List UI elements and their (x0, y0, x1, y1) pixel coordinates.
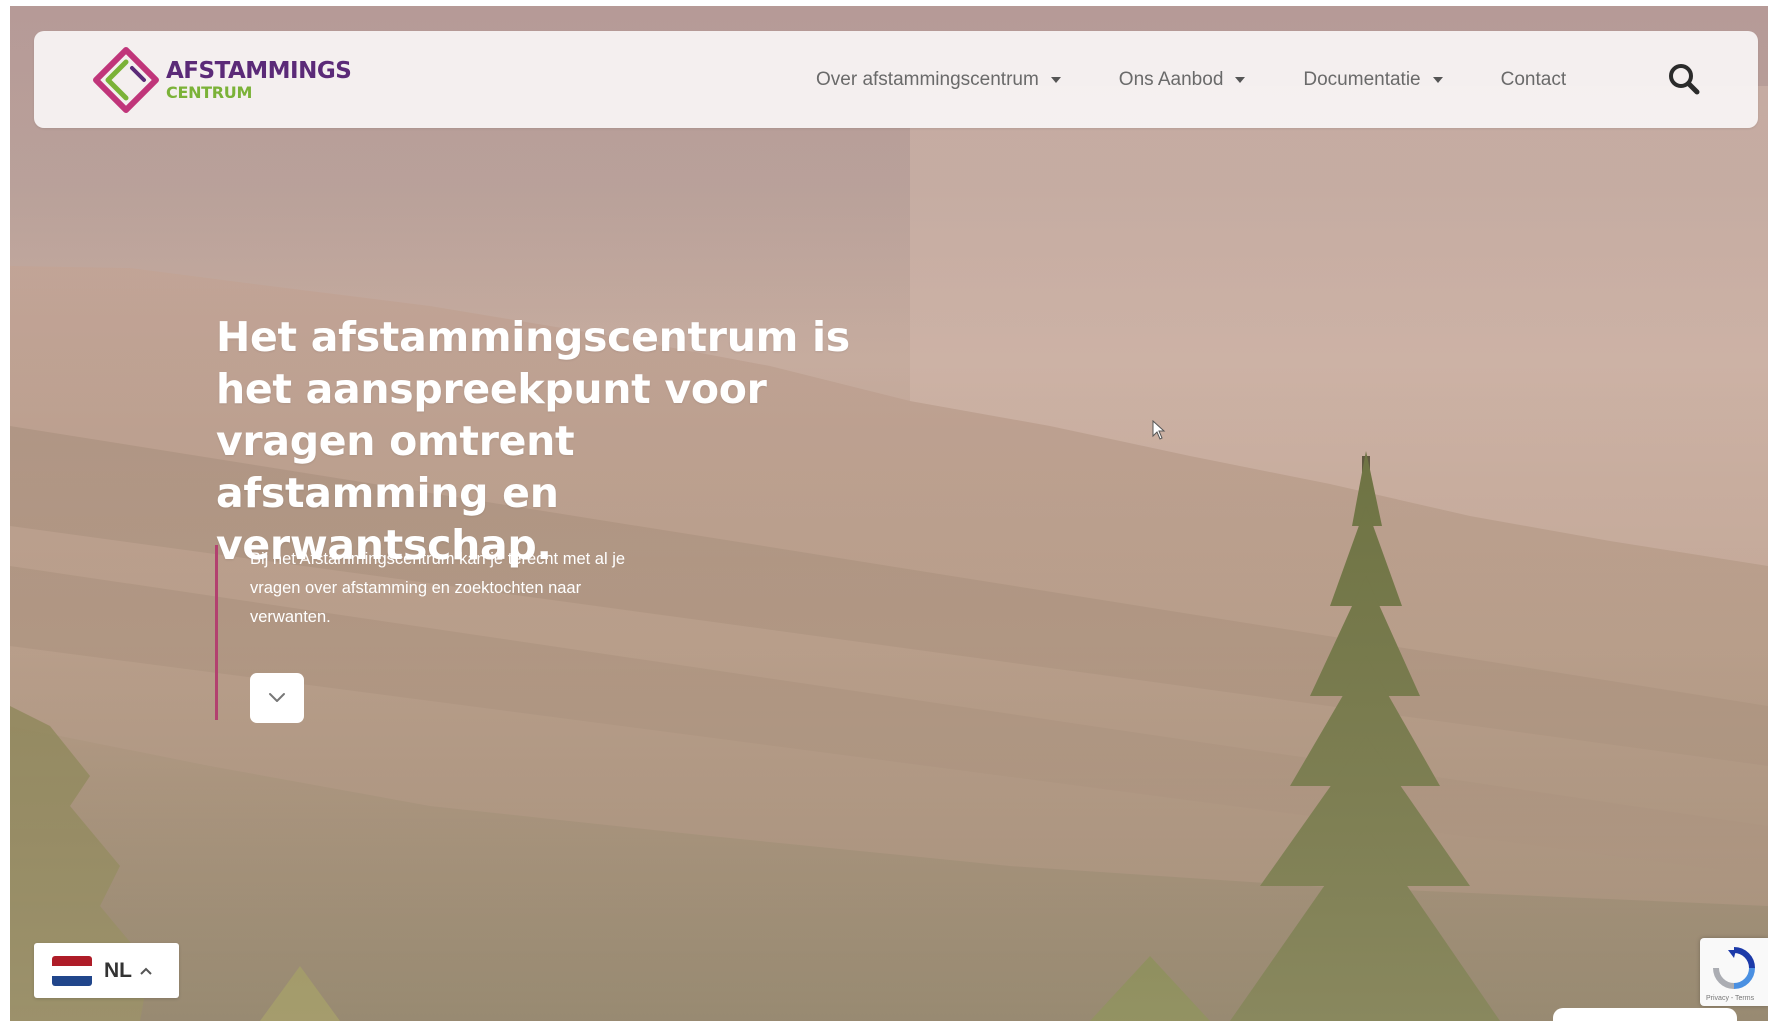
language-selector[interactable]: NL (34, 943, 179, 998)
recaptcha-icon (1713, 947, 1755, 989)
nav-item-documentatie[interactable]: Documentatie (1303, 68, 1443, 91)
caret-down-icon (1050, 76, 1061, 83)
logo-text-secondary: CENTRUM (166, 82, 253, 102)
nav-item-contact[interactable]: Contact (1501, 69, 1566, 91)
nav-item-label: Over afstammingscentrum (816, 68, 1039, 90)
recaptcha-badge[interactable]: Privacy - Terms (1700, 938, 1768, 1006)
recaptcha-note[interactable]: Privacy - Terms (1706, 995, 1754, 1002)
nav-item-label: Ons Aanbod (1118, 68, 1224, 90)
language-code: NL (104, 958, 132, 982)
mouse-cursor-icon (1152, 419, 1166, 445)
search-icon (1669, 64, 1700, 95)
logo-text-primary: AFSTAMMINGS (166, 57, 352, 84)
caret-down-icon (1432, 76, 1443, 83)
site-logo[interactable]: AFSTAMMINGS CENTRUM (92, 46, 352, 114)
hero-headline: Het afstammingscentrum is het aanspreekp… (216, 313, 850, 569)
bottom-widget-edge (1553, 1008, 1737, 1021)
scroll-down-button[interactable] (250, 673, 304, 723)
netherlands-flag-icon (52, 955, 92, 986)
nav-item-over-afstammingscentrum[interactable]: Over afstammingscentrum (816, 69, 1061, 91)
nav-item-ons-aanbod[interactable]: Ons Aanbod (1119, 69, 1246, 91)
nav-item-label: Contact (1500, 68, 1567, 90)
site-header: AFSTAMMINGS CENTRUM Over afstammingscent… (34, 31, 1758, 128)
accent-divider (215, 545, 218, 720)
window-left-edge (0, 0, 10, 1021)
main-navigation: Over afstammingscentrum Ons Aanbod Docum… (816, 31, 1566, 128)
logo-diamond-icon (93, 47, 159, 113)
nav-item-label: Documentatie (1303, 68, 1421, 90)
hero-subtext: Bij het Afstammingscentrum kan je terech… (250, 550, 626, 626)
search-button[interactable] (1666, 61, 1702, 97)
chevron-up-icon (140, 967, 152, 975)
caret-down-icon (1235, 76, 1246, 83)
chevron-down-icon (269, 693, 285, 702)
